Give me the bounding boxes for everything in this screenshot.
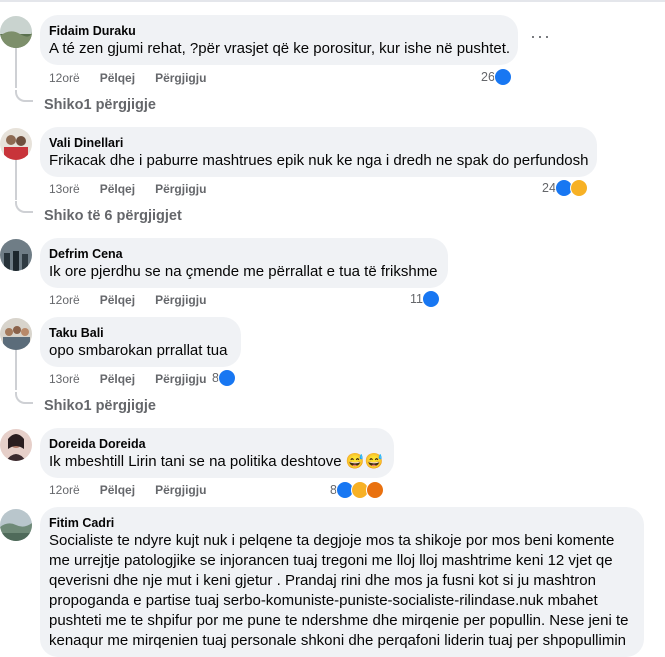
- avatar[interactable]: [0, 16, 32, 48]
- reactions-summary[interactable]: 26: [481, 68, 512, 86]
- reply-button[interactable]: Përgjigju: [155, 483, 206, 497]
- like-button[interactable]: Pëlqej: [100, 372, 135, 386]
- thread-curve: [15, 90, 33, 102]
- reactions-summary[interactable]: 24: [542, 179, 588, 197]
- comment-text: A té zen gjumi rehat, ?për vrasjet që ke…: [49, 40, 511, 57]
- comment-bubble: Fitim Cadri Socialiste te ndyre kujt nuk…: [40, 507, 644, 657]
- avatar[interactable]: [0, 239, 32, 271]
- avatar[interactable]: [0, 429, 32, 461]
- reactions-summary[interactable]: 8: [212, 369, 236, 387]
- like-button[interactable]: Pëlqej: [100, 293, 135, 307]
- reply-button[interactable]: Përgjigju: [155, 71, 206, 85]
- comment-text: Socialiste te ndyre kujt nuk i pelqene t…: [49, 532, 629, 649]
- comment-actions: 13orë Pëlqej Përgjigju: [49, 181, 226, 197]
- reply-button[interactable]: Përgjigju: [155, 293, 206, 307]
- comment-author[interactable]: Taku Bali: [49, 325, 229, 341]
- like-button[interactable]: Pëlqej: [100, 483, 135, 497]
- reactions-summary[interactable]: 8: [330, 481, 384, 499]
- comment-text: Frikacak dhe i paburre mashtrues epik nu…: [49, 152, 589, 169]
- view-replies-link[interactable]: Shiko1 përgjigje: [44, 97, 156, 113]
- comment-time[interactable]: 12orë: [49, 483, 80, 497]
- comment-author[interactable]: Doreida Doreida: [49, 436, 382, 452]
- thread-line: [15, 160, 17, 200]
- comment-author[interactable]: Fitim Cadri: [49, 515, 632, 531]
- comment-time[interactable]: 13orë: [49, 182, 80, 196]
- haha-reaction-icon: [569, 179, 588, 197]
- reply-button[interactable]: Përgjigju: [155, 372, 206, 386]
- reaction-count: 26: [481, 70, 495, 84]
- reply-button[interactable]: Përgjigju: [155, 182, 206, 196]
- reaction-count: 24: [542, 181, 556, 195]
- avatar[interactable]: [0, 318, 32, 350]
- like-reaction-icon: [421, 290, 440, 308]
- like-button[interactable]: Pëlqej: [100, 182, 135, 196]
- comment-text: opo smbarokan prrallat tua: [49, 342, 228, 359]
- like-button[interactable]: Pëlqej: [100, 71, 135, 85]
- like-reaction-icon: [217, 369, 236, 387]
- top-divider: [0, 0, 665, 2]
- comment-time[interactable]: 12orë: [49, 293, 80, 307]
- view-replies-link[interactable]: Shiko të 6 përgjigjet: [44, 208, 182, 224]
- comment-author[interactable]: Fidaim Duraku: [49, 23, 506, 39]
- avatar[interactable]: [0, 128, 32, 160]
- comment-actions: 12orë Pëlqej Përgjigju: [49, 482, 226, 498]
- comment-time[interactable]: 13orë: [49, 372, 80, 386]
- more-options-icon[interactable]: ···: [530, 26, 551, 47]
- comment-bubble: Defrim Cena Ik ore pjerdhu se na çmende …: [40, 238, 448, 288]
- comment-time[interactable]: 12orë: [49, 71, 80, 85]
- comment-text: Ik ore pjerdhu se na çmende me përrallat…: [49, 263, 438, 280]
- comment-bubble: Doreida Doreida Ik mbeshtill Lirin tani …: [40, 428, 394, 478]
- comment-actions: 13orë Pëlqej Përgjigju: [49, 371, 226, 387]
- thread-curve: [15, 201, 33, 213]
- like-reaction-icon: [493, 68, 512, 86]
- comment-text: Ik mbeshtill Lirin tani se na politika d…: [49, 453, 384, 470]
- comment-bubble: Vali Dinellari Frikacak dhe i paburre ma…: [40, 127, 597, 177]
- avatar[interactable]: [0, 509, 32, 541]
- thread-line: [15, 48, 17, 88]
- comment-actions: 12orë Pëlqej Përgjigju: [49, 70, 226, 86]
- comment-bubble: Fidaim Duraku A té zen gjumi rehat, ?për…: [40, 15, 518, 65]
- comment-author[interactable]: Defrim Cena: [49, 246, 436, 262]
- thread-line: [15, 350, 17, 390]
- angry-reaction-icon: [365, 481, 384, 499]
- reactions-summary[interactable]: 11: [410, 290, 440, 308]
- comment-bubble: Taku Bali opo smbarokan prrallat tua: [40, 317, 241, 367]
- thread-curve: [15, 392, 33, 404]
- view-replies-link[interactable]: Shiko1 përgjigje: [44, 398, 156, 414]
- comment-author[interactable]: Vali Dinellari: [49, 135, 585, 151]
- comment-actions: 12orë Pëlqej Përgjigju: [49, 292, 226, 308]
